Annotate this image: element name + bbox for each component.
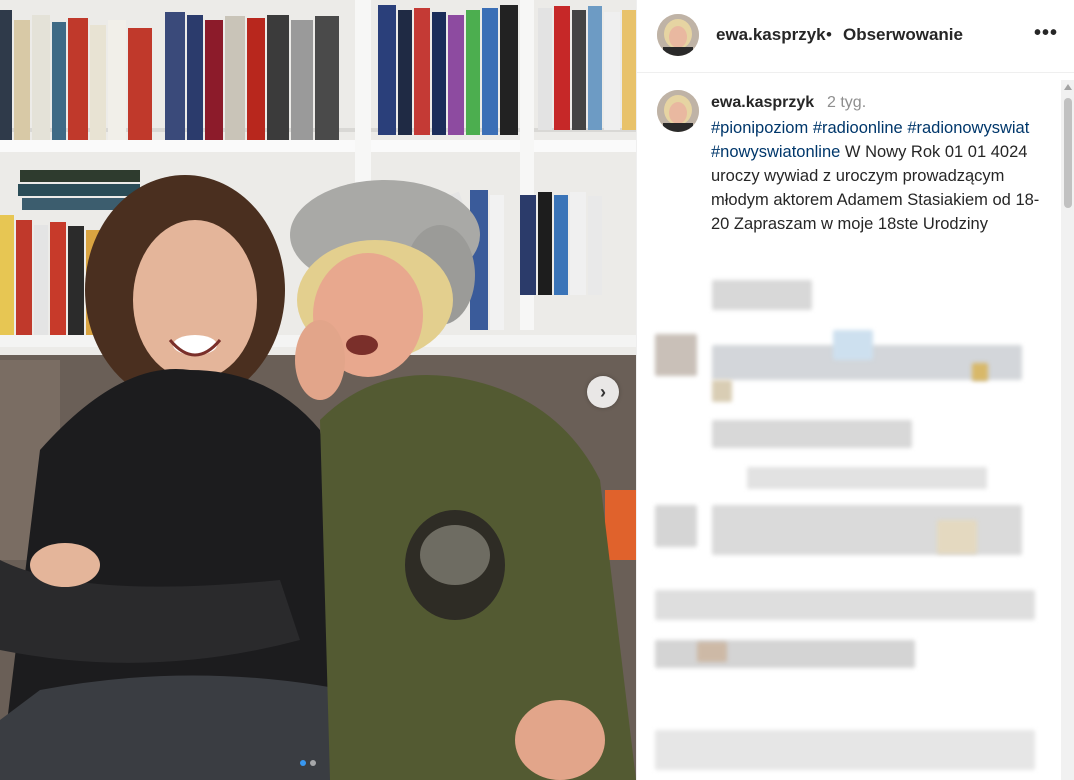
post-photo: › <box>0 0 636 780</box>
header-separator: • <box>826 25 832 44</box>
avatar[interactable] <box>657 14 699 56</box>
carousel-dots <box>300 760 316 766</box>
hashtag-link[interactable]: #pionipoziom <box>711 119 808 137</box>
post-header: ewa.kasprzyk • Obserwowanie ••• <box>637 0 1074 73</box>
scrollbar[interactable] <box>1061 80 1074 780</box>
avatar-image <box>657 14 699 56</box>
chevron-right-icon: › <box>600 381 606 402</box>
carousel-next-button[interactable]: › <box>587 376 619 408</box>
following-button[interactable]: Obserwowanie <box>843 25 963 45</box>
post-side-panel: ewa.kasprzyk • Obserwowanie ••• ewa.kasp… <box>636 0 1074 780</box>
caption-text: #pionipoziom #radioonline #radionowyswia… <box>711 116 1049 236</box>
hashtag-link[interactable]: #radionowyswiat <box>907 119 1029 137</box>
books-top <box>0 5 636 140</box>
hashtag-link[interactable]: #radioonline <box>813 119 903 137</box>
post-username[interactable]: ewa.kasprzyk <box>716 25 826 45</box>
carousel-dot-1[interactable] <box>300 760 306 766</box>
scroll-up-arrow-icon[interactable] <box>1064 84 1072 90</box>
more-horizontal-icon[interactable]: ••• <box>1034 22 1058 45</box>
caption-timestamp[interactable]: 2 tyg. <box>827 94 866 112</box>
photo-scene <box>0 0 636 780</box>
avatar-image <box>657 90 699 132</box>
carousel-dot-2[interactable] <box>310 760 316 766</box>
caption-username[interactable]: ewa.kasprzyk <box>711 94 814 112</box>
caption-avatar[interactable] <box>657 90 699 132</box>
hashtag-link[interactable]: #nowyswiatonline <box>711 143 840 161</box>
scroll-thumb[interactable] <box>1064 98 1072 208</box>
